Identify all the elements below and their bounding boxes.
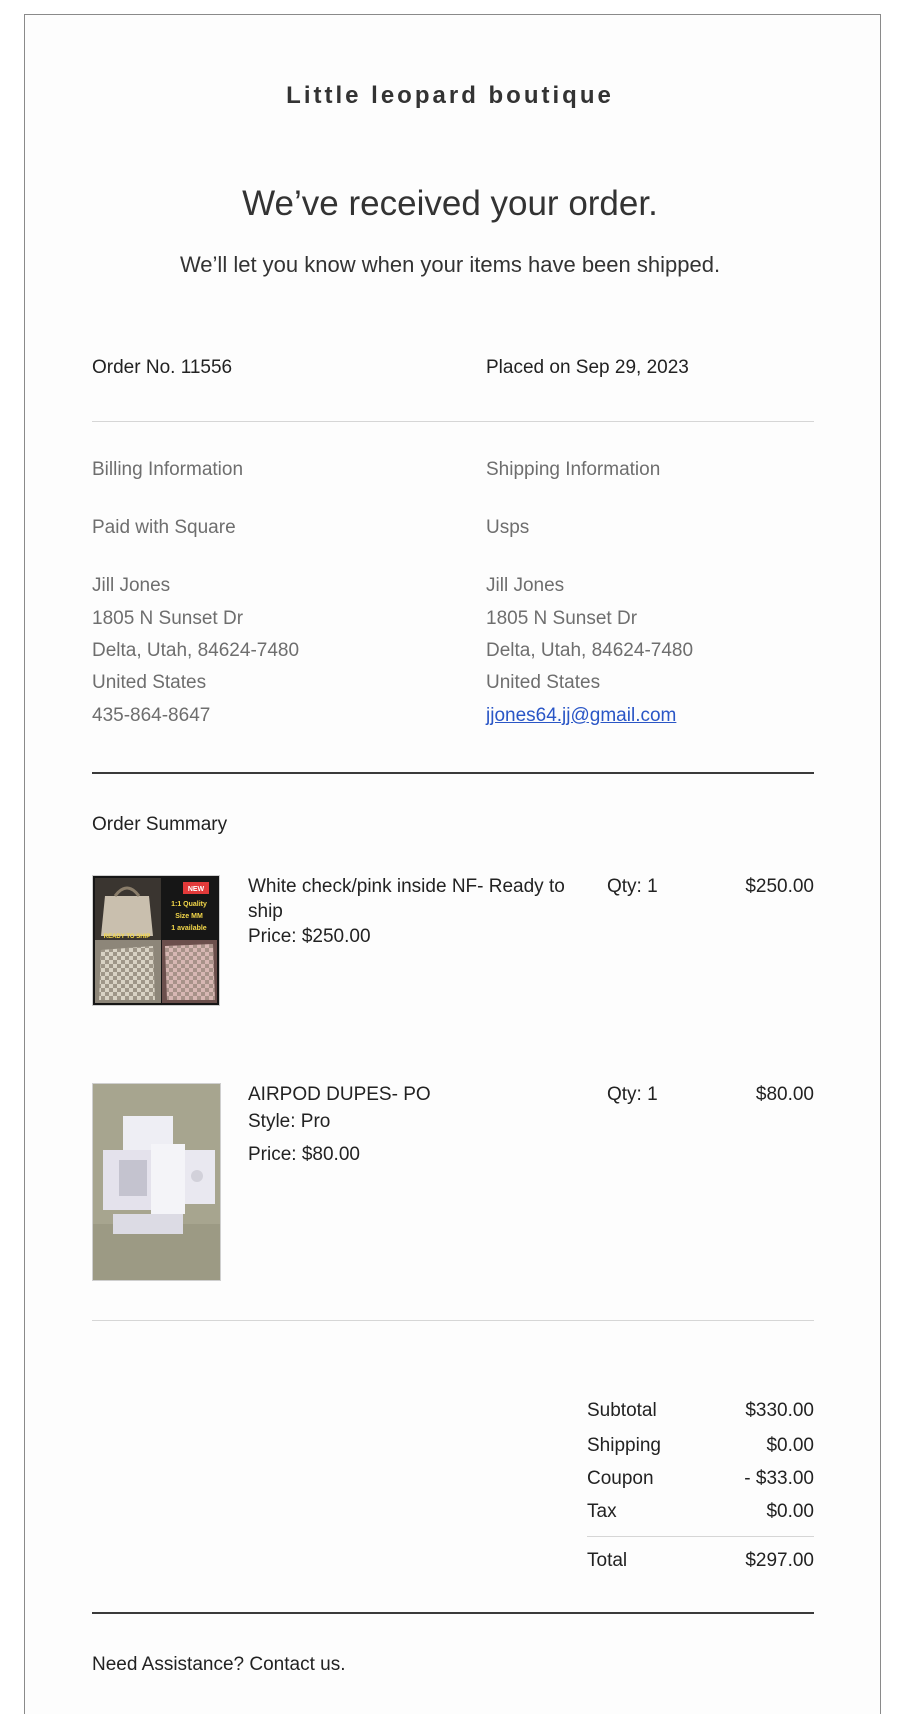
tax-value: $0.00 bbox=[766, 1501, 814, 1522]
billing-name: Jill Jones bbox=[92, 575, 171, 596]
divider bbox=[92, 421, 814, 422]
shipping-value: $0.00 bbox=[766, 1435, 814, 1456]
svg-text:NEW: NEW bbox=[188, 886, 205, 893]
order-number: Order No. 11556 bbox=[92, 357, 233, 378]
tax-label: Tax bbox=[587, 1501, 617, 1522]
totals-divider bbox=[587, 1536, 814, 1537]
bag-photo-collage: NEW 1:1 Quality Size MM 1 available READ… bbox=[93, 876, 219, 1005]
svg-text:Size MM: Size MM bbox=[175, 913, 203, 920]
item-qty: Qty: 1 bbox=[607, 1084, 658, 1105]
item-total: $80.00 bbox=[755, 1084, 814, 1105]
subtotal-label: Subtotal bbox=[587, 1400, 657, 1421]
billing-street: 1805 N Sunset Dr bbox=[92, 608, 244, 629]
product-thumbnail[interactable] bbox=[92, 1083, 221, 1281]
billing-phone: 435-864-8647 bbox=[92, 705, 211, 726]
store-brand: Little leopard boutique bbox=[286, 82, 614, 109]
item-price: Price: $80.00 bbox=[248, 1144, 360, 1165]
order-received-subheading: We’ll let you know when your items have … bbox=[179, 252, 721, 277]
divider bbox=[92, 772, 814, 774]
order-summary-title: Order Summary bbox=[92, 814, 228, 835]
shipping-name: Jill Jones bbox=[486, 575, 565, 596]
item-price: Price: $250.00 bbox=[248, 926, 371, 947]
shipping-method: Usps bbox=[486, 517, 530, 538]
billing-payment: Paid with Square bbox=[92, 517, 236, 538]
contact-us-link[interactable]: Need Assistance? Contact us. bbox=[92, 1649, 345, 1681]
order-received-heading: We’ve received your order. bbox=[242, 184, 658, 223]
svg-text:1:1 Quality: 1:1 Quality bbox=[171, 901, 207, 908]
order-placed-date: Placed on Sep 29, 2023 bbox=[486, 357, 689, 378]
shipping-country: United States bbox=[486, 672, 601, 693]
divider bbox=[92, 1320, 814, 1321]
shipping-title: Shipping Information bbox=[486, 459, 661, 480]
billing-title: Billing Information bbox=[92, 459, 244, 480]
item-qty: Qty: 1 bbox=[607, 876, 658, 897]
shipping-city: Delta, Utah, 84624-7480 bbox=[486, 640, 694, 661]
svg-text:1 available: 1 available bbox=[171, 925, 207, 932]
coupon-label: Coupon bbox=[587, 1468, 654, 1489]
billing-city: Delta, Utah, 84624-7480 bbox=[92, 640, 300, 661]
subtotal-value: $330.00 bbox=[745, 1400, 814, 1421]
item-style: Style: Pro bbox=[248, 1111, 331, 1132]
shipping-street: 1805 N Sunset Dr bbox=[486, 608, 638, 629]
divider bbox=[92, 1612, 814, 1614]
total-label: Total bbox=[587, 1550, 628, 1571]
shipping-email-link[interactable]: jjones64.jj@gmail.com bbox=[486, 700, 676, 732]
airpods-box-photo bbox=[93, 1084, 220, 1280]
item-name[interactable]: White check/pink inside NF- Ready to shi… bbox=[248, 874, 578, 924]
item-total: $250.00 bbox=[745, 876, 814, 897]
coupon-value: - $33.00 bbox=[744, 1468, 814, 1489]
billing-country: United States bbox=[92, 672, 207, 693]
product-thumbnail[interactable]: NEW 1:1 Quality Size MM 1 available READ… bbox=[92, 875, 220, 1006]
item-name[interactable]: AIRPOD DUPES- PO bbox=[248, 1082, 578, 1107]
svg-text:READY TO SHIP: READY TO SHIP bbox=[104, 934, 150, 940]
shipping-label: Shipping bbox=[587, 1435, 661, 1456]
total-value: $297.00 bbox=[745, 1550, 814, 1571]
